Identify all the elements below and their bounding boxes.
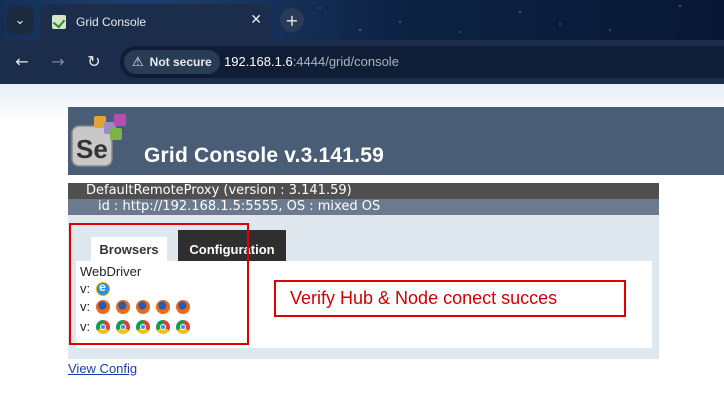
favicon-icon bbox=[52, 15, 66, 29]
annotation-callout: Verify Hub & Node conect succes bbox=[274, 280, 626, 317]
new-tab-button[interactable]: + bbox=[280, 8, 304, 32]
address-bar[interactable]: ⚠ Not secure 192.168.1.6:4444/grid/conso… bbox=[120, 46, 724, 78]
warning-icon: ⚠ bbox=[132, 54, 144, 69]
logo-text: Se bbox=[76, 134, 108, 164]
reload-icon[interactable]: ↻ bbox=[84, 52, 104, 71]
tab-strip: ⌄ Grid Console ✕ + bbox=[0, 0, 724, 40]
highlight-box bbox=[69, 223, 249, 345]
browser-toolbar: ← → ↻ ⚠ Not secure 192.168.1.6:4444/grid… bbox=[0, 40, 724, 84]
url-text[interactable]: 192.168.1.6:4444/grid/console bbox=[224, 54, 399, 69]
view-config-link[interactable]: View Config bbox=[68, 361, 137, 376]
back-arrow-icon[interactable]: ← bbox=[12, 52, 32, 71]
url-host: 192.168.1.6 bbox=[224, 54, 293, 69]
page-title: Grid Console v.3.141.59 bbox=[144, 144, 384, 167]
proxy-title: DefaultRemoteProxy (version : 3.141.59) bbox=[86, 183, 352, 198]
site-info-chip[interactable]: ⚠ Not secure bbox=[124, 50, 220, 74]
tab-title: Grid Console bbox=[76, 15, 147, 29]
url-path: :4444/grid/console bbox=[292, 54, 399, 69]
proxy-id: id : http://192.168.1.5:5555, OS : mixed… bbox=[98, 199, 381, 214]
tab-search-dropdown-icon[interactable]: ⌄ bbox=[6, 6, 34, 34]
close-tab-icon[interactable]: ✕ bbox=[250, 12, 262, 28]
not-secure-label: Not secure bbox=[149, 55, 212, 69]
selenium-logo: Se bbox=[71, 114, 126, 167]
browser-tab[interactable]: Grid Console ✕ bbox=[40, 4, 272, 40]
forward-arrow-icon[interactable]: → bbox=[48, 52, 68, 71]
